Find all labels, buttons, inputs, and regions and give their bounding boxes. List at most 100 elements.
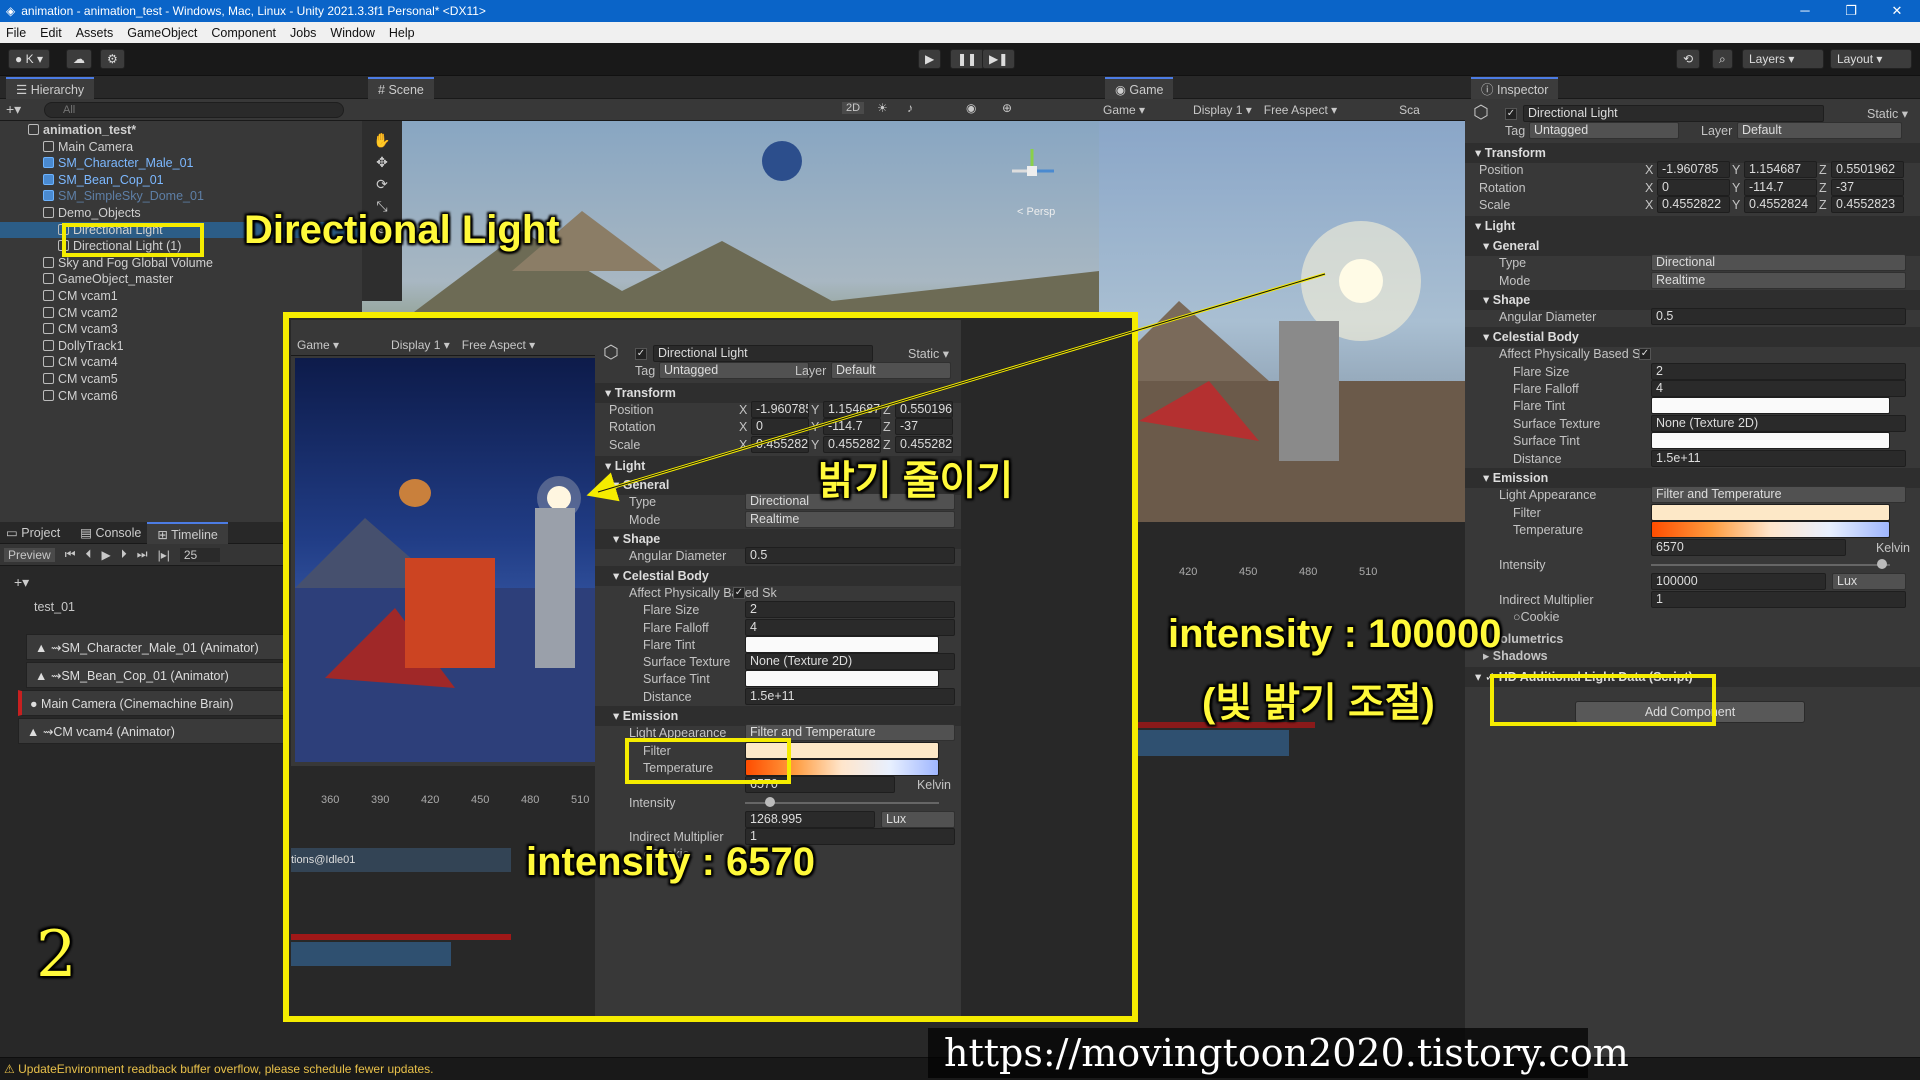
- track-main-camera[interactable]: ● Main Camera (Cinemachine Brain): [18, 690, 286, 716]
- visibility-toggle-icon[interactable]: ◉: [966, 101, 976, 115]
- overlay-aspect-dropdown[interactable]: Free Aspect ▾: [462, 338, 535, 352]
- surface-texture-field[interactable]: None (Texture 2D): [1651, 414, 1906, 432]
- flare-size-field[interactable]: 2: [1651, 362, 1906, 380]
- flare-size-field[interactable]: 2: [745, 601, 955, 619]
- scale-label[interactable]: Sca: [1399, 103, 1420, 117]
- add-icon[interactable]: +▾: [6, 101, 21, 118]
- angular-diameter-field[interactable]: 0.5: [1651, 308, 1906, 326]
- mode-dropdown[interactable]: Realtime: [745, 510, 955, 528]
- preview-button[interactable]: Preview: [4, 547, 55, 562]
- lighting-toggle-icon[interactable]: ☀: [877, 101, 888, 115]
- aspect-dropdown[interactable]: Free Aspect ▾: [1264, 103, 1337, 117]
- inspector-tab[interactable]: ⓘ Inspector: [1471, 76, 1559, 99]
- distance-field[interactable]: 1.5e+11: [745, 687, 955, 705]
- intensity-slider[interactable]: [1651, 564, 1890, 566]
- audio-toggle-icon[interactable]: ♪: [907, 101, 913, 115]
- tag-dropdown[interactable]: Untagged: [1529, 122, 1679, 140]
- surface-tint-color[interactable]: [1651, 432, 1890, 450]
- light-appearance-dropdown[interactable]: Filter and Temperature: [1651, 486, 1906, 504]
- menu-jobs[interactable]: Jobs: [290, 26, 316, 40]
- game-display-mode[interactable]: Game ▾: [1103, 103, 1145, 117]
- temperature-gradient[interactable]: [1651, 521, 1890, 539]
- active-checkbox[interactable]: ✓: [1505, 108, 1517, 120]
- close-button[interactable]: ✕: [1874, 0, 1920, 22]
- object-name-field[interactable]: Directional Light: [1523, 105, 1824, 122]
- position-y-field[interactable]: 1.154687: [1744, 161, 1817, 179]
- type-dropdown[interactable]: Directional: [1651, 254, 1906, 272]
- lux-dropdown[interactable]: Lux: [1832, 573, 1906, 591]
- overlay-clip-bar[interactable]: [291, 942, 451, 966]
- tab-timeline[interactable]: ⊞ Timeline: [147, 521, 228, 544]
- overlay-game-mode[interactable]: Game ▾: [297, 338, 339, 352]
- menu-assets[interactable]: Assets: [76, 26, 114, 40]
- layer-dropdown[interactable]: Default: [831, 362, 951, 380]
- account-button[interactable]: ● K ▾: [8, 49, 50, 69]
- light-header[interactable]: ▾ Light: [1465, 216, 1920, 237]
- orientation-gizmo[interactable]: [1002, 141, 1062, 201]
- angular-diameter-field[interactable]: 0.5: [745, 547, 955, 565]
- mode-dropdown[interactable]: Realtime: [1651, 271, 1906, 289]
- flare-tint-color[interactable]: [1651, 397, 1890, 415]
- first-frame-icon[interactable]: ⏮: [65, 547, 76, 562]
- game-tab[interactable]: ◉ Game: [1105, 76, 1174, 99]
- hierarchy-item[interactable]: SM_Character_Male_01: [0, 155, 362, 172]
- position-x-field[interactable]: -1.960785: [751, 400, 809, 418]
- menu-component[interactable]: Component: [211, 26, 276, 40]
- tab-console[interactable]: ▤ Console: [80, 525, 141, 540]
- scene-tab[interactable]: # Scene: [368, 76, 434, 99]
- lux-dropdown[interactable]: Lux: [881, 810, 955, 828]
- flare-tint-color[interactable]: [745, 635, 939, 653]
- rotation-x-field[interactable]: 0: [1657, 178, 1730, 196]
- intensity-slider-knob[interactable]: [765, 796, 775, 807]
- rotation-x-field[interactable]: 0: [751, 418, 809, 436]
- last-frame-icon[interactable]: ⏭: [137, 547, 148, 562]
- intensity-field[interactable]: 100000: [1651, 573, 1826, 591]
- loop-icon[interactable]: |▸|: [158, 548, 170, 562]
- scale-z-field[interactable]: 0.4552823: [1831, 196, 1904, 213]
- overlay-display-dropdown[interactable]: Display 1 ▾: [391, 338, 450, 352]
- rotation-y-field[interactable]: -114.7: [823, 418, 881, 436]
- flare-falloff-field[interactable]: 4: [1651, 380, 1906, 397]
- position-y-field[interactable]: 1.154687: [823, 400, 881, 418]
- scale-y-field[interactable]: 0.4552824: [1744, 196, 1817, 213]
- hierarchy-item[interactable]: Main Camera: [0, 139, 362, 156]
- hierarchy-item[interactable]: Sky and Fog Global Volume: [0, 255, 362, 272]
- active-checkbox[interactable]: ✓: [635, 348, 647, 360]
- menu-gameobject[interactable]: GameObject: [127, 26, 197, 40]
- surface-texture-field[interactable]: None (Texture 2D): [745, 653, 955, 671]
- maximize-button[interactable]: ❐: [1828, 0, 1874, 22]
- hierarchy-item[interactable]: CM vcam1: [0, 288, 362, 305]
- rotation-z-field[interactable]: -37: [895, 418, 953, 436]
- search-icon[interactable]: ⌕: [1712, 49, 1733, 69]
- frame-field[interactable]: 25: [179, 547, 220, 562]
- filter-color[interactable]: [1651, 503, 1890, 521]
- track-vcam4[interactable]: ▲ ⇝CM vcam4 (Animator): [18, 718, 286, 744]
- hierarchy-item[interactable]: GameObject_master: [0, 271, 362, 288]
- collab-icon[interactable]: ⚙: [100, 49, 125, 69]
- layer-dropdown[interactable]: Default: [1737, 122, 1902, 140]
- position-z-field[interactable]: 0.5501962: [1831, 161, 1904, 179]
- hierarchy-item[interactable]: SM_Bean_Cop_01: [0, 172, 362, 189]
- hierarchy-item[interactable]: animation_test*: [0, 122, 362, 139]
- track-character[interactable]: ▲ ⇝SM_Character_Male_01 (Animator): [26, 634, 286, 660]
- rotation-y-field[interactable]: -114.7: [1744, 178, 1817, 196]
- scale-x-field[interactable]: 0.4552822: [1657, 196, 1730, 213]
- affect-physically-checkbox[interactable]: ✓: [733, 586, 745, 599]
- rotation-z-field[interactable]: -37: [1831, 178, 1904, 196]
- prev-frame-icon[interactable]: ⏴: [86, 547, 92, 562]
- tag-dropdown[interactable]: Untagged: [659, 362, 809, 380]
- gizmos-icon[interactable]: ⊕: [1002, 101, 1012, 115]
- play-button[interactable]: ▶: [918, 49, 942, 69]
- surface-tint-color[interactable]: [745, 670, 939, 688]
- menu-edit[interactable]: Edit: [40, 26, 62, 40]
- object-name-field[interactable]: Directional Light: [653, 345, 873, 362]
- flare-falloff-field[interactable]: 4: [745, 618, 955, 636]
- overlay-clip[interactable]: tions@Idle01: [291, 848, 511, 872]
- hierarchy-tab[interactable]: ☰ Hierarchy: [6, 76, 95, 99]
- indirect-multiplier-field[interactable]: 1: [1651, 590, 1906, 608]
- intensity-field[interactable]: 1268.995: [745, 810, 875, 828]
- intensity-slider-knob[interactable]: [1877, 559, 1887, 569]
- layers-dropdown[interactable]: Layers ▾: [1742, 49, 1824, 69]
- track-bean-cop[interactable]: ▲ ⇝SM_Bean_Cop_01 (Animator): [26, 662, 286, 688]
- cloud-icon[interactable]: ☁: [66, 49, 92, 69]
